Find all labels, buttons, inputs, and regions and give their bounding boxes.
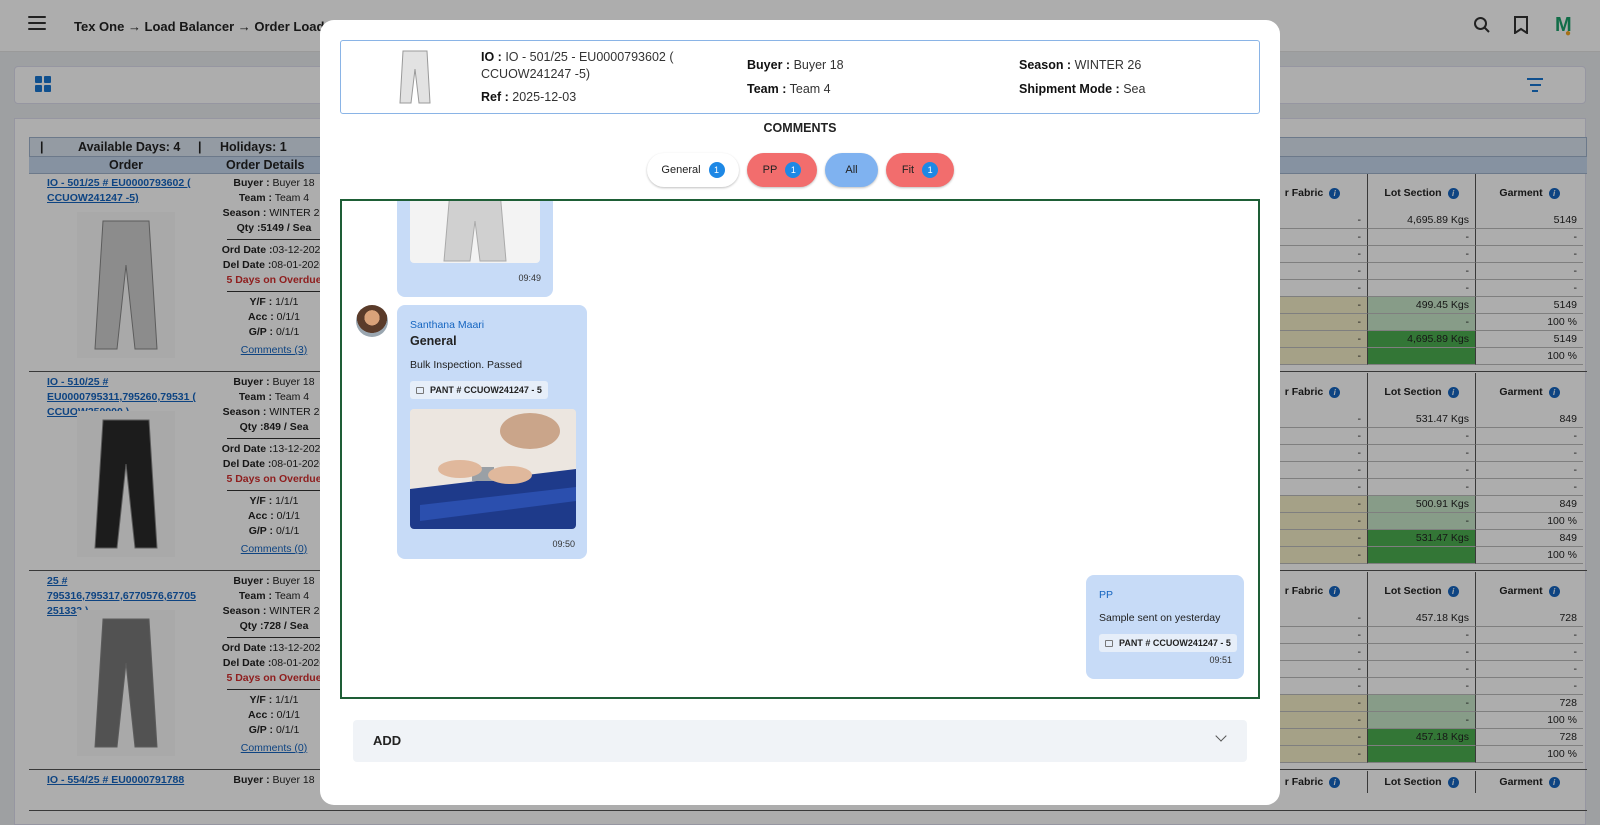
- tab-pp[interactable]: PP 1: [747, 153, 817, 187]
- message-text: Bulk Inspection. Passed: [410, 359, 523, 371]
- tab-fit[interactable]: Fit 1: [886, 153, 954, 187]
- message-time: 09:51: [1209, 655, 1232, 665]
- message-bubble: 09:49: [397, 201, 553, 297]
- message-image[interactable]: [410, 409, 576, 529]
- message-text: Sample sent on yesterday: [1099, 612, 1221, 624]
- season-value: WINTER 26: [1074, 58, 1142, 72]
- tab-all[interactable]: All: [825, 153, 878, 187]
- message-bubble: PP Sample sent on yesterday PANT # CCUOW…: [1086, 575, 1244, 679]
- add-comment-accordion[interactable]: ADD: [353, 720, 1247, 762]
- message-category: PP: [1099, 589, 1114, 601]
- message-image[interactable]: [410, 201, 540, 263]
- image-file-icon: [416, 386, 424, 394]
- message-time: 09:50: [552, 539, 575, 549]
- message-bubble: Santhana Maari General Bulk Inspection. …: [397, 305, 587, 559]
- message-category: General: [410, 334, 457, 348]
- message-time: 09:49: [518, 273, 541, 283]
- add-label: ADD: [373, 733, 402, 748]
- io-number: IO - 501/25 - EU0000793602 ( CCUOW241247…: [481, 50, 674, 81]
- image-file-icon: [1105, 639, 1113, 647]
- avatar: [356, 305, 388, 337]
- buyer-value: Buyer 18: [793, 58, 844, 72]
- attachment-chip[interactable]: PANT # CCUOW241247 - 5: [1099, 634, 1237, 652]
- tab-pp-count: 1: [785, 162, 802, 178]
- comment-thread[interactable]: 09:49 Santhana Maari General Bulk Inspec…: [340, 199, 1260, 699]
- order-info-card: IO : IO - 501/25 - EU0000793602 ( CCUOW2…: [340, 40, 1260, 114]
- comment-tabs: General 1 PP 1 All Fit 1: [320, 153, 1280, 187]
- garment-thumbnail: [397, 47, 433, 107]
- chevron-down-icon: [1215, 730, 1227, 742]
- attachment-chip[interactable]: PANT # CCUOW241247 - 5: [410, 381, 548, 399]
- comments-title: COMMENTS: [763, 121, 837, 135]
- tab-general[interactable]: General 1: [647, 153, 739, 187]
- ref-date: 2025-12-03: [512, 90, 577, 104]
- team-value: Team 4: [789, 82, 831, 96]
- tab-fit-count: 1: [922, 162, 939, 178]
- shipment-value: Sea: [1123, 82, 1146, 96]
- comments-dialog: IO : IO - 501/25 - EU0000793602 ( CCUOW2…: [320, 20, 1280, 805]
- message-author: Santhana Maari: [410, 319, 485, 331]
- tab-general-count: 1: [708, 162, 725, 178]
